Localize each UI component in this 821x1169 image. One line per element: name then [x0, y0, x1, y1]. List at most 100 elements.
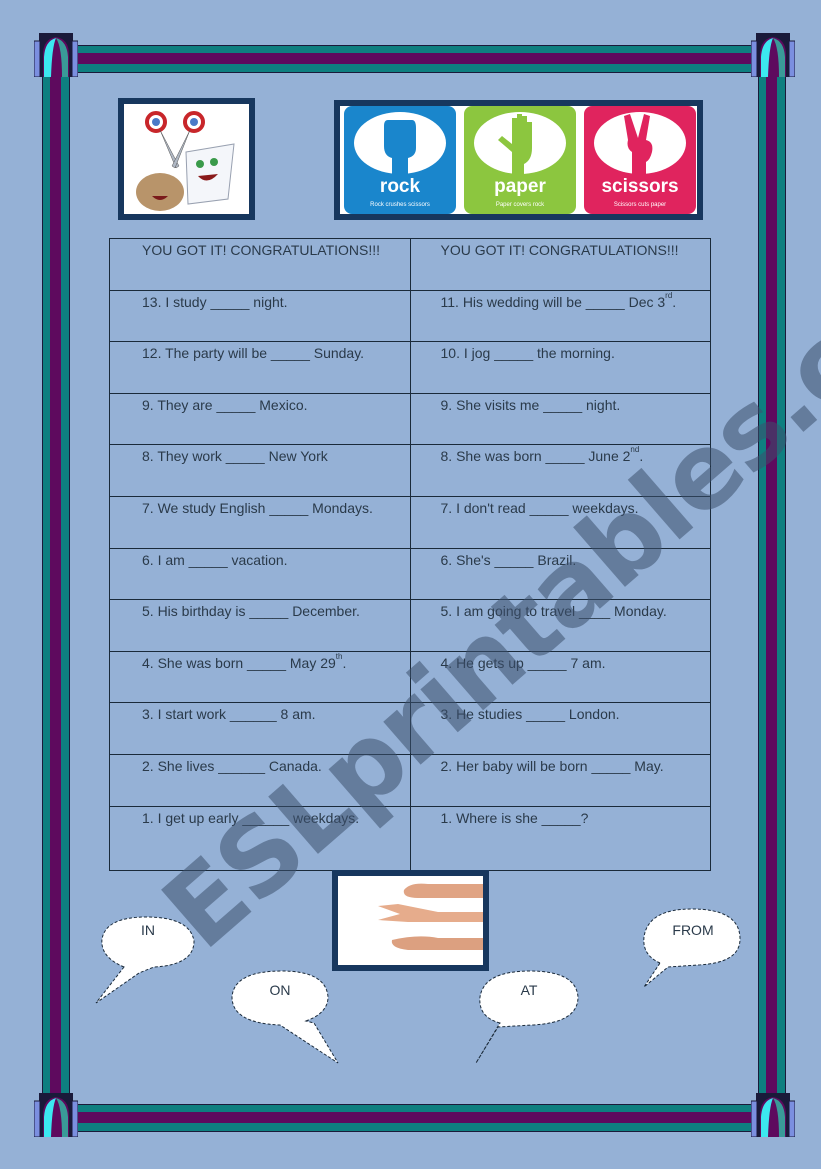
fist-icon [384, 120, 416, 174]
corner-ornament-top-left [34, 33, 78, 77]
rps-word: scissors [601, 176, 679, 197]
ordinal-suffix: rd [665, 290, 673, 300]
exercise-sentence: 3. I start work ______ 8 am. [109, 702, 411, 755]
table-row: 4. She was born _____ May 29th. 4. He get… [109, 650, 711, 704]
table-row: 3. I start work ______ 8 am. 3. He studie… [109, 702, 711, 755]
table-row: 6. I am _____ vacation. 6. She's _____ Br… [109, 547, 711, 601]
table-header-cell: YOU GOT IT! CONGRATULATIONS!!! [409, 238, 711, 291]
sentence-text: 1. Where is she _____? [440, 809, 589, 826]
sentence-end: . [342, 654, 347, 671]
table-row: 12. The party will be _____ Sunday. 10. I… [109, 341, 711, 394]
speech-bubble-shape [95, 916, 195, 1004]
sentence-text: 8. They work _____ New York [142, 448, 328, 465]
rps-caption: Scissors cuts paper [613, 202, 667, 208]
exercise-sentence: 8. They work _____ New York [109, 444, 411, 497]
ordinal-suffix: th [335, 651, 343, 661]
exercise-sentence: 6. She's _____ Brazil. [409, 547, 711, 601]
speech-bubble-at: AT [470, 965, 586, 1067]
hands-image [332, 870, 489, 971]
sentence-text: 8. She was born _____ June 2 [440, 448, 631, 465]
table-row: 9. They are _____ Mexico. 9. She visits m… [109, 392, 711, 446]
exercise-sentence: 9. They are _____ Mexico. [109, 392, 411, 446]
rock-paper-scissors-banner: rock Rock crushes scissors paper Paper c… [334, 100, 703, 220]
exercise-sentence: 1. Where is she _____? [409, 805, 711, 871]
sentence-end: . [672, 293, 677, 310]
exercise-sentence: 6. I am _____ vacation. [109, 547, 411, 601]
sentence-text: 9. She visits me _____ night. [440, 396, 621, 413]
exercise-sentence: 13. I study _____ night. [109, 289, 411, 343]
sentence-text: 9. They are _____ Mexico. [142, 396, 308, 413]
exercise-sentence: 2. Her baby will be born _____ May. [409, 753, 711, 807]
bubble-label: IN [141, 922, 155, 938]
table-row: 5. His birthday is _____ December. 5. I a… [109, 599, 711, 652]
exercise-sentence: 11. His wedding will be _____ Dec 3rd. [409, 289, 711, 343]
table-row: 8. They work _____ New York 8. She was bo… [109, 444, 711, 497]
exercise-sentence: 4. He gets up _____ 7 am. [409, 650, 711, 704]
sentence-end: . [639, 448, 644, 465]
table-header-cell: YOU GOT IT! CONGRATULATIONS!!! [109, 238, 411, 291]
sentence-text: 6. She's _____ Brazil. [440, 551, 577, 568]
rps-word: paper [494, 176, 546, 197]
table-row: 7. We study English _____ Mondays. 7. I d… [109, 495, 711, 549]
bubble-label: AT [520, 982, 538, 998]
open-hand-icon [498, 114, 532, 174]
exercise-sentence: 5. I am going to travel ____ Monday. [409, 599, 711, 652]
sentence-text: 2. Her baby will be born _____ May. [440, 757, 664, 774]
exercise-sentence: 3. He studies _____ London. [409, 702, 711, 755]
bubble-label: FROM [672, 922, 714, 938]
exercise-sentence: 5. His birthday is _____ December. [109, 599, 411, 652]
sentence-text: 11. His wedding will be _____ Dec 3 [440, 293, 666, 310]
exercise-sentence: 7. We study English _____ Mondays. [109, 495, 411, 549]
rps-tile-rock: rock Rock crushes scissors [344, 106, 456, 214]
sentence-text: 10. I jog _____ the morning. [440, 345, 615, 362]
sentence-text: 2. She lives ______ Canada. [142, 757, 322, 774]
speech-bubble-in: IN [94, 905, 206, 1007]
border-bottom [70, 1104, 760, 1132]
characters-image [118, 98, 255, 220]
sentence-text: 4. She was born _____ May 29 [142, 654, 336, 671]
hands-gesture-icon [378, 883, 483, 950]
exercise-sentence: 4. She was born _____ May 29th. [109, 650, 411, 704]
table-row: 1. I get up early ______ weekdays. 1. Whe… [109, 805, 711, 871]
border-top [70, 45, 760, 73]
corner-ornament-top-right [751, 33, 795, 77]
speech-bubble-shape [475, 970, 579, 1064]
two-fingers-icon [624, 114, 653, 174]
rps-word: rock [379, 176, 421, 197]
speech-bubble-on: ON [226, 965, 342, 1067]
border-left [42, 70, 70, 1110]
sentence-text: 3. He studies _____ London. [440, 706, 620, 723]
sentence-text: 5. His birthday is _____ December. [142, 603, 360, 620]
exercise-sentence: 9. She visits me _____ night. [409, 392, 711, 446]
border-right [758, 70, 786, 1110]
table-header-row: YOU GOT IT! CONGRATULATIONS!!! YOU GOT I… [109, 238, 711, 291]
sentence-text: 7. I don't read _____ weekdays. [440, 499, 639, 516]
scissors-paper-rock-cartoon-icon [136, 111, 235, 211]
bubble-label: ON [269, 982, 291, 998]
speech-bubble-shape [231, 970, 339, 1064]
sentence-text: 6. I am _____ vacation. [142, 551, 288, 568]
worksheet-table: YOU GOT IT! CONGRATULATIONS!!! YOU GOT I… [109, 238, 711, 871]
sentence-text: 3. I start work ______ 8 am. [142, 706, 316, 723]
corner-ornament-bottom-right [751, 1093, 795, 1137]
rps-caption: Paper covers rock [495, 202, 545, 208]
exercise-sentence: 8. She was born _____ June 2nd. [409, 444, 711, 497]
sentence-text: 5. I am going to travel ____ Monday. [440, 603, 667, 620]
sentence-text: 12. The party will be _____ Sunday. [142, 345, 365, 362]
sentence-text: 7. We study English _____ Mondays. [142, 499, 373, 516]
rps-tile-paper: paper Paper covers rock [464, 106, 576, 214]
table-row: 2. She lives ______ Canada. 2. Her baby w… [109, 753, 711, 807]
exercise-sentence: 12. The party will be _____ Sunday. [109, 341, 411, 394]
exercise-sentence: 1. I get up early ______ weekdays. [109, 805, 411, 871]
sentence-text: 1. I get up early ______ weekdays. [142, 809, 360, 826]
ordinal-suffix: nd [630, 445, 640, 455]
corner-ornament-bottom-left [34, 1093, 78, 1137]
rps-tile-scissors: scissors Scissors cuts paper [584, 106, 696, 214]
speech-bubble-from: FROM [638, 905, 746, 991]
sentence-text: 4. He gets up _____ 7 am. [440, 654, 606, 671]
sentence-text: 13. I study _____ night. [142, 293, 288, 310]
rps-caption: Rock crushes scissors [370, 202, 430, 208]
exercise-sentence: 2. She lives ______ Canada. [109, 753, 411, 807]
table-row: 13. I study _____ night. 11. His wedding … [109, 289, 711, 343]
speech-bubble-shape [643, 908, 741, 988]
